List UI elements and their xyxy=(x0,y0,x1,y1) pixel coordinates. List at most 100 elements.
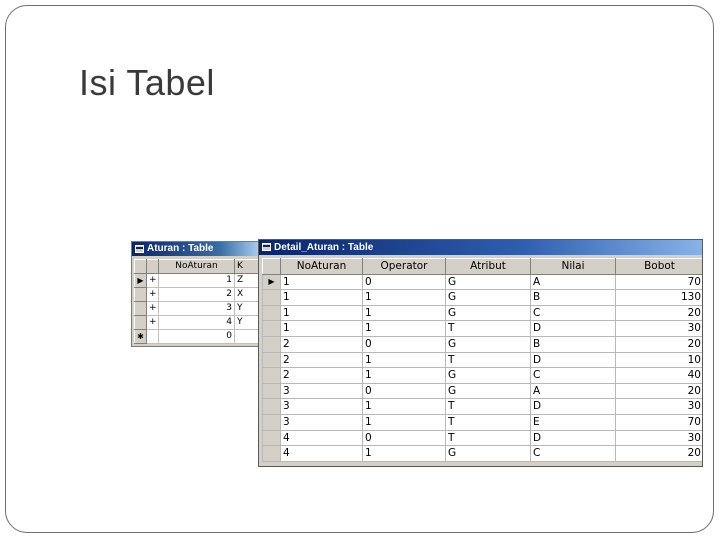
row-selector[interactable]: ▶ xyxy=(262,273,281,291)
cell-operator[interactable]: 1 xyxy=(362,289,446,306)
column-header-operator[interactable]: Operator xyxy=(362,258,446,275)
row-selector[interactable] xyxy=(262,413,281,431)
column-header-k[interactable]: K xyxy=(234,259,258,274)
row-selector[interactable] xyxy=(134,287,147,302)
row-selector[interactable] xyxy=(262,289,281,306)
cell-operator[interactable]: 1 xyxy=(362,367,446,384)
cell-noaturan[interactable]: 3 xyxy=(280,398,363,415)
cell-noaturan[interactable]: 2 xyxy=(280,367,363,384)
cell-nilai[interactable]: D xyxy=(530,398,616,415)
cell-nilai[interactable]: B xyxy=(530,289,616,306)
select-all-corner[interactable] xyxy=(134,259,147,274)
cell-noaturan[interactable]: 4 xyxy=(280,429,363,447)
cell-operator[interactable]: 1 xyxy=(362,304,446,322)
cell-operator[interactable]: 1 xyxy=(362,445,446,462)
cell-nilai[interactable]: E xyxy=(530,413,616,431)
expand-toggle[interactable]: + xyxy=(146,273,159,288)
aturan-window-titlebar[interactable]: Aturan : Table xyxy=(132,242,258,256)
cell-k[interactable]: Y xyxy=(234,315,258,330)
cell-noaturan[interactable]: 1 xyxy=(158,273,235,288)
cell-nilai[interactable]: D xyxy=(530,351,616,369)
cell-bobot[interactable]: 70 xyxy=(615,273,702,291)
cell-bobot[interactable]: 30 xyxy=(615,398,702,415)
column-header-atribut[interactable]: Atribut xyxy=(445,258,531,275)
cell-noaturan[interactable]: 2 xyxy=(158,287,235,302)
cell-bobot[interactable]: 130 xyxy=(615,289,702,306)
row-selector[interactable] xyxy=(262,429,281,447)
cell-nilai[interactable]: A xyxy=(530,273,616,291)
cell-operator[interactable]: 0 xyxy=(362,335,446,353)
detail-aturan-table-window[interactable]: Detail_Aturan : Table NoAturan Operator … xyxy=(258,239,703,467)
cell-bobot[interactable]: 70 xyxy=(615,413,702,431)
cell-atribut[interactable]: G xyxy=(445,273,531,291)
row-selector[interactable]: ✱ xyxy=(134,329,147,344)
row-selector[interactable] xyxy=(262,367,281,384)
cell-noaturan[interactable]: 1 xyxy=(280,273,363,291)
row-selector[interactable] xyxy=(262,335,281,353)
cell-nilai[interactable]: C xyxy=(530,304,616,322)
cell-bobot[interactable]: 20 xyxy=(615,304,702,322)
row-selector[interactable] xyxy=(262,382,281,400)
cell-bobot[interactable]: 20 xyxy=(615,445,702,462)
column-header-noaturan[interactable]: NoAturan xyxy=(158,259,235,274)
cell-bobot[interactable]: 30 xyxy=(615,320,702,337)
cell-nilai[interactable]: C xyxy=(530,445,616,462)
cell-k[interactable]: Z xyxy=(234,273,258,288)
cell-noaturan[interactable]: 4 xyxy=(280,445,363,462)
cell-noaturan[interactable]: 1 xyxy=(280,289,363,306)
cell-operator[interactable]: 0 xyxy=(362,429,446,447)
cell-atribut[interactable]: T xyxy=(445,320,531,337)
cell-noaturan[interactable]: 4 xyxy=(158,315,235,330)
cell-bobot[interactable]: 30 xyxy=(615,429,702,447)
expand-toggle[interactable]: + xyxy=(146,287,159,302)
cell-operator[interactable]: 1 xyxy=(362,398,446,415)
cell-atribut[interactable]: T xyxy=(445,413,531,431)
expand-toggle[interactable] xyxy=(146,329,159,344)
cell-bobot[interactable]: 20 xyxy=(615,382,702,400)
cell-atribut[interactable]: T xyxy=(445,398,531,415)
select-all-corner[interactable] xyxy=(262,258,281,275)
cell-noaturan[interactable]: 0 xyxy=(158,329,235,344)
cell-noaturan[interactable]: 2 xyxy=(280,335,363,353)
cell-atribut[interactable]: G xyxy=(445,445,531,462)
cell-nilai[interactable]: A xyxy=(530,382,616,400)
cell-bobot[interactable]: 40 xyxy=(615,367,702,384)
row-selector[interactable] xyxy=(262,320,281,337)
row-selector[interactable] xyxy=(262,351,281,369)
cell-atribut[interactable]: G xyxy=(445,304,531,322)
cell-operator[interactable]: 0 xyxy=(362,273,446,291)
cell-atribut[interactable]: T xyxy=(445,429,531,447)
cell-noaturan[interactable]: 3 xyxy=(280,382,363,400)
row-selector[interactable] xyxy=(262,398,281,415)
expand-toggle[interactable]: + xyxy=(146,315,159,330)
cell-noaturan[interactable]: 2 xyxy=(280,351,363,369)
cell-noaturan[interactable]: 3 xyxy=(158,301,235,316)
row-selector[interactable] xyxy=(262,304,281,322)
cell-nilai[interactable]: B xyxy=(530,335,616,353)
column-header-noaturan[interactable]: NoAturan xyxy=(280,258,363,275)
cell-noaturan[interactable]: 1 xyxy=(280,304,363,322)
cell-operator[interactable]: 1 xyxy=(362,413,446,431)
cell-atribut[interactable]: G xyxy=(445,382,531,400)
cell-atribut[interactable]: G xyxy=(445,289,531,306)
column-header-nilai[interactable]: Nilai xyxy=(530,258,616,275)
cell-nilai[interactable]: D xyxy=(530,429,616,447)
detail-window-titlebar[interactable]: Detail_Aturan : Table xyxy=(259,240,702,255)
cell-noaturan[interactable]: 3 xyxy=(280,413,363,431)
cell-atribut[interactable]: G xyxy=(445,367,531,384)
cell-nilai[interactable]: D xyxy=(530,320,616,337)
row-selector[interactable]: ▶ xyxy=(134,273,147,288)
cell-k[interactable] xyxy=(234,329,258,344)
row-selector[interactable] xyxy=(134,315,147,330)
column-header-bobot[interactable]: Bobot xyxy=(615,258,702,275)
cell-k[interactable]: X xyxy=(234,287,258,302)
cell-bobot[interactable]: 20 xyxy=(615,335,702,353)
cell-atribut[interactable]: G xyxy=(445,335,531,353)
expand-toggle[interactable]: + xyxy=(146,301,159,316)
cell-operator[interactable]: 0 xyxy=(362,382,446,400)
cell-nilai[interactable]: C xyxy=(530,367,616,384)
aturan-table-window[interactable]: Aturan : Table NoAturan K ▶ +1 Z +2 X +3 Y +4 Y ✱… xyxy=(131,241,259,347)
cell-noaturan[interactable]: 1 xyxy=(280,320,363,337)
cell-bobot[interactable]: 10 xyxy=(615,351,702,369)
cell-atribut[interactable]: T xyxy=(445,351,531,369)
